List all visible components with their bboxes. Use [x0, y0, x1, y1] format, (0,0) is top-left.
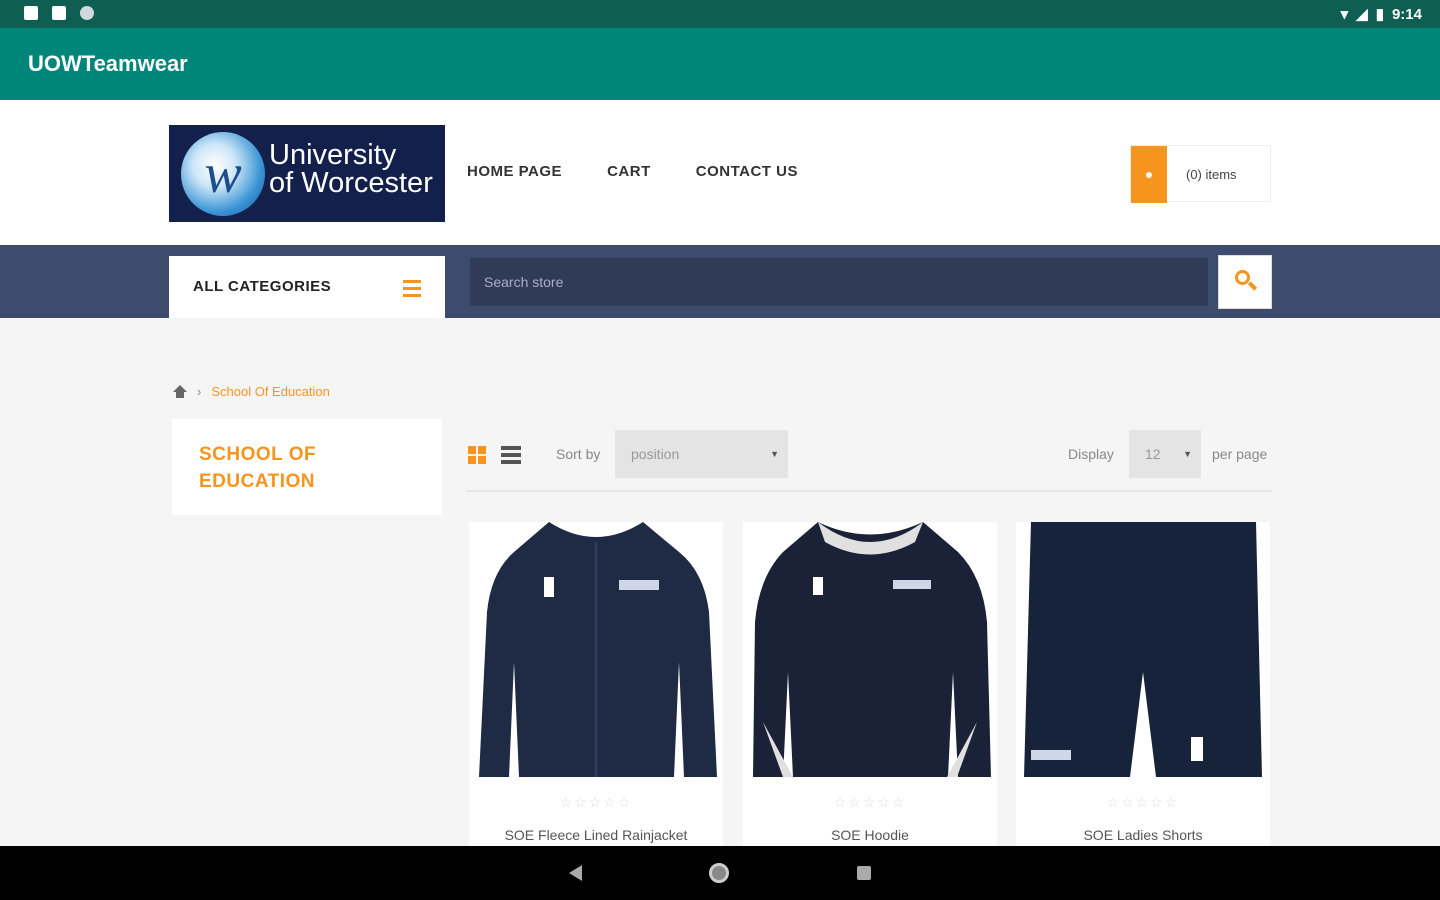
cart-summary-button[interactable]: ● (0) items — [1130, 145, 1271, 203]
search-icon-handle — [1247, 281, 1258, 291]
grid-view-icon[interactable] — [468, 446, 486, 464]
sync-icon — [80, 6, 94, 20]
sort-by-select[interactable]: position ▼ — [615, 430, 788, 478]
product-card[interactable]: ☆☆☆☆☆ SOE Fleece Lined Rainjacket — [469, 522, 723, 852]
home-icon[interactable] — [173, 384, 187, 399]
app-bar: UOWTeamwear — [0, 28, 1440, 100]
university-logo[interactable]: w University of Worcester — [169, 125, 445, 222]
display-label: Display — [1068, 446, 1114, 462]
recent-apps-icon[interactable] — [857, 866, 871, 880]
app-title: UOWTeamwear — [28, 51, 188, 76]
logo-text: University of Worcester — [269, 139, 433, 199]
breadcrumb: › School Of Education — [173, 384, 330, 399]
page-size-select[interactable]: 12 ▼ — [1129, 430, 1201, 478]
dropdown-arrow-icon: ▼ — [770, 449, 779, 459]
shorts-image[interactable] — [1016, 522, 1270, 782]
breadcrumb-current[interactable]: School Of Education — [211, 384, 330, 399]
all-categories-button[interactable]: ALL CATEGORIES — [169, 256, 445, 318]
per-page-label: per page — [1212, 446, 1268, 462]
product-name[interactable]: SOE Hoodie — [743, 827, 997, 843]
university-emblem-icon: w — [181, 132, 265, 216]
hamburger-menu-icon — [403, 280, 421, 301]
rating-stars: ☆☆☆☆☆ — [1106, 794, 1180, 810]
dropdown-arrow-icon: ▼ — [1183, 449, 1192, 459]
status-icons-right: ▾ ◢ ▮ 9:14 — [1340, 5, 1422, 24]
status-time: 9:14 — [1391, 5, 1422, 23]
page-size-value: 12 — [1145, 446, 1161, 462]
category-sidebar: SCHOOL OF EDUCATION — [172, 419, 442, 515]
all-categories-label: ALL CATEGORIES — [193, 278, 332, 295]
status-icons-left — [24, 6, 94, 20]
nav-home-page[interactable]: HOME PAGE — [467, 163, 562, 180]
hoodie-image[interactable] — [743, 522, 997, 782]
signal-icon: ◢ — [1356, 6, 1368, 23]
wifi-icon: ▾ — [1340, 6, 1349, 23]
logo-line-2: of Worcester — [269, 167, 433, 199]
cart-count: (0) items — [1186, 167, 1237, 182]
search-button[interactable] — [1218, 255, 1272, 309]
back-icon[interactable] — [569, 865, 582, 881]
sort-by-label: Sort by — [556, 446, 601, 462]
notification-icon — [24, 6, 38, 20]
battery-icon: ▮ — [1375, 6, 1384, 23]
rating-stars: ☆☆☆☆☆ — [559, 794, 633, 810]
search-input[interactable] — [470, 258, 1208, 306]
rating-stars: ☆☆☆☆☆ — [833, 794, 907, 810]
site-header: w University of Worcester HOME PAGE CART… — [0, 100, 1440, 245]
search-band: ALL CATEGORIES — [0, 245, 1440, 318]
system-nav-bar — [0, 846, 1440, 900]
sort-by-value: position — [631, 446, 680, 462]
basket-icon: ● — [1131, 146, 1167, 203]
status-bar: ▾ ◢ ▮ 9:14 — [0, 0, 1440, 28]
logo-line-1: University — [269, 139, 397, 171]
product-toolbar: Sort by position ▼ Display 12 ▼ per page — [466, 430, 1272, 492]
product-card[interactable]: ☆☆☆☆☆ SOE Ladies Shorts — [1016, 522, 1270, 852]
rainjacket-image[interactable] — [469, 522, 723, 782]
nav-cart[interactable]: CART — [607, 163, 651, 180]
category-title: SCHOOL OF EDUCATION — [199, 444, 317, 492]
list-view-icon[interactable] — [501, 446, 521, 464]
sd-card-icon — [52, 6, 66, 20]
home-button-icon[interactable] — [709, 863, 729, 883]
breadcrumb-separator-icon: › — [197, 384, 202, 399]
product-name[interactable]: SOE Fleece Lined Rainjacket — [469, 827, 723, 843]
product-name[interactable]: SOE Ladies Shorts — [1016, 827, 1270, 843]
nav-contact-us[interactable]: CONTACT US — [696, 163, 798, 180]
main-nav: HOME PAGE CART CONTACT US — [467, 163, 798, 180]
product-card[interactable]: ☆☆☆☆☆ SOE Hoodie — [743, 522, 997, 852]
